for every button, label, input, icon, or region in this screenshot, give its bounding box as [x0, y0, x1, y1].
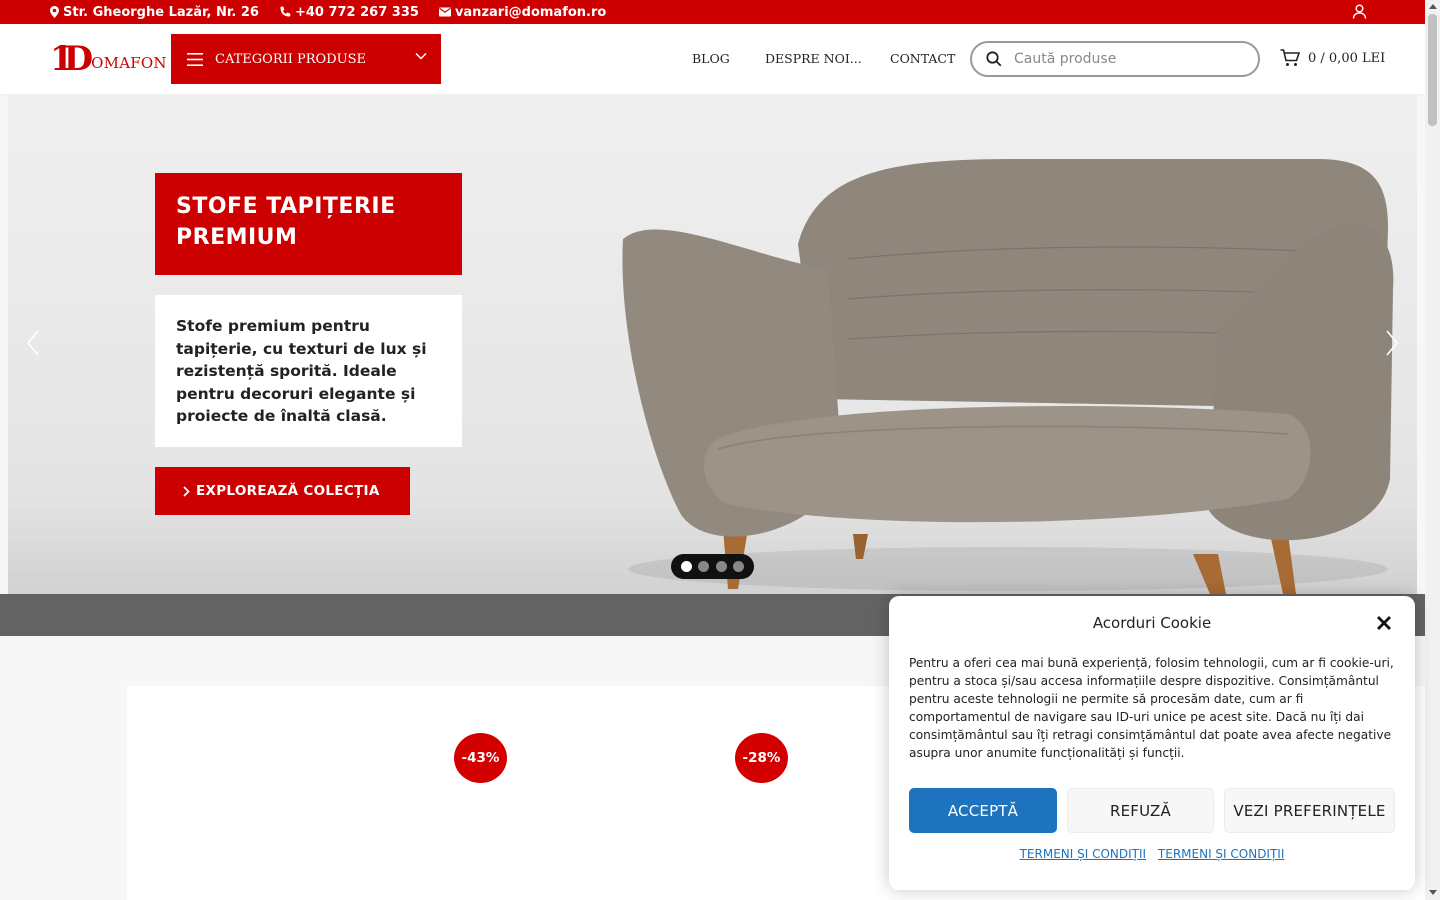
site-logo[interactable]: 1D OMAFON	[50, 42, 167, 76]
nav-blog[interactable]: BLOG	[692, 51, 730, 66]
close-icon[interactable]	[1376, 615, 1392, 631]
search-box	[970, 41, 1260, 77]
address-item[interactable]: Str. Gheorghe Lazăr, Nr. 26	[50, 5, 259, 20]
cookie-text: Pentru a oferi cea mai bună experiență, …	[909, 656, 1394, 760]
phone-icon	[280, 6, 291, 17]
scrollbar-thumb[interactable]	[1428, 14, 1437, 126]
hero-slider: STOFE TAPIȚERIE PREMIUM Stofe premium pe…	[8, 94, 1417, 594]
user-account-icon[interactable]	[1352, 4, 1367, 19]
nav-contact[interactable]: CONTACT	[890, 51, 955, 66]
slider-dot-3[interactable]	[715, 561, 727, 572]
explore-collection-button[interactable]: EXPLOREAZĂ COLECȚIA	[155, 467, 410, 515]
email-text: vanzari@domafon.ro	[454, 4, 607, 20]
top-info-bar: Str. Gheorghe Lazăr, Nr. 26 +40 772 267 …	[0, 0, 1425, 24]
search-input[interactable]	[1014, 51, 1234, 67]
terms-link[interactable]: TERMENI ȘI CONDIȚII	[1158, 847, 1284, 861]
hero-description: Stofe premium pentru tapițerie, cu textu…	[155, 295, 462, 447]
location-pin-icon	[50, 6, 59, 18]
slider-next-arrow-icon[interactable]	[1385, 330, 1399, 356]
cart-total: 0 / 0,00 LEI	[1308, 50, 1386, 66]
logo-mark: 1D	[50, 39, 93, 79]
sofa-image	[622, 159, 1394, 594]
slider-dot-4[interactable]	[732, 561, 744, 572]
phone-text: +40 772 267 335	[294, 4, 419, 20]
email-item[interactable]: vanzari@domafon.ro	[438, 4, 607, 20]
search-icon[interactable]	[986, 51, 1002, 67]
accept-cookies-button[interactable]: ACCEPTĂ	[909, 788, 1057, 833]
nav-about[interactable]: DESPRE NOI...	[765, 51, 862, 66]
slider-pagination	[671, 554, 754, 579]
cookie-title: Acorduri Cookie	[1092, 614, 1212, 632]
chevron-down-icon	[415, 52, 427, 60]
discount-badge: -43%	[454, 733, 507, 783]
cookie-consent-dialog: Acorduri Cookie Pentru a oferi cea mai b…	[889, 596, 1415, 890]
slider-dot-2[interactable]	[698, 561, 710, 572]
categories-dropdown-button[interactable]: CATEGORII PRODUSE	[171, 34, 441, 84]
chevron-right-icon	[183, 485, 190, 497]
slider-dot-1[interactable]	[681, 561, 693, 572]
shopping-cart-icon	[1280, 49, 1300, 66]
envelope-icon	[438, 7, 451, 17]
view-preferences-button[interactable]: VEZI PREFERINȚELE	[1224, 788, 1395, 833]
categories-label: CATEGORII PRODUSE	[215, 51, 366, 67]
scroll-down-arrow-icon[interactable]	[1429, 890, 1437, 895]
logo-wordmark: OMAFON	[91, 54, 167, 72]
scroll-up-arrow-icon[interactable]	[1429, 4, 1437, 9]
terms-link[interactable]: TERMENI ȘI CONDIȚII	[1020, 847, 1146, 861]
explore-collection-label: EXPLOREAZĂ COLECȚIA	[196, 483, 380, 499]
hero-title: STOFE TAPIȚERIE PREMIUM	[155, 173, 462, 275]
phone-item[interactable]: +40 772 267 335	[279, 5, 419, 20]
page-scrollbar[interactable]	[1425, 0, 1440, 900]
discount-badge: -28%	[735, 733, 788, 783]
hamburger-menu-icon	[187, 52, 203, 66]
cart-button[interactable]: 0 / 0,00 LEI	[1280, 49, 1385, 67]
address-text: Str. Gheorghe Lazăr, Nr. 26	[63, 4, 259, 20]
cookie-links: TERMENI ȘI CONDIȚII TERMENI ȘI CONDIȚII	[889, 847, 1415, 861]
main-header: 1D OMAFON CATEGORII PRODUSE BLOG DESPRE …	[0, 24, 1425, 94]
slider-prev-arrow-icon[interactable]	[26, 330, 40, 356]
refuse-cookies-button[interactable]: REFUZĂ	[1067, 788, 1214, 833]
